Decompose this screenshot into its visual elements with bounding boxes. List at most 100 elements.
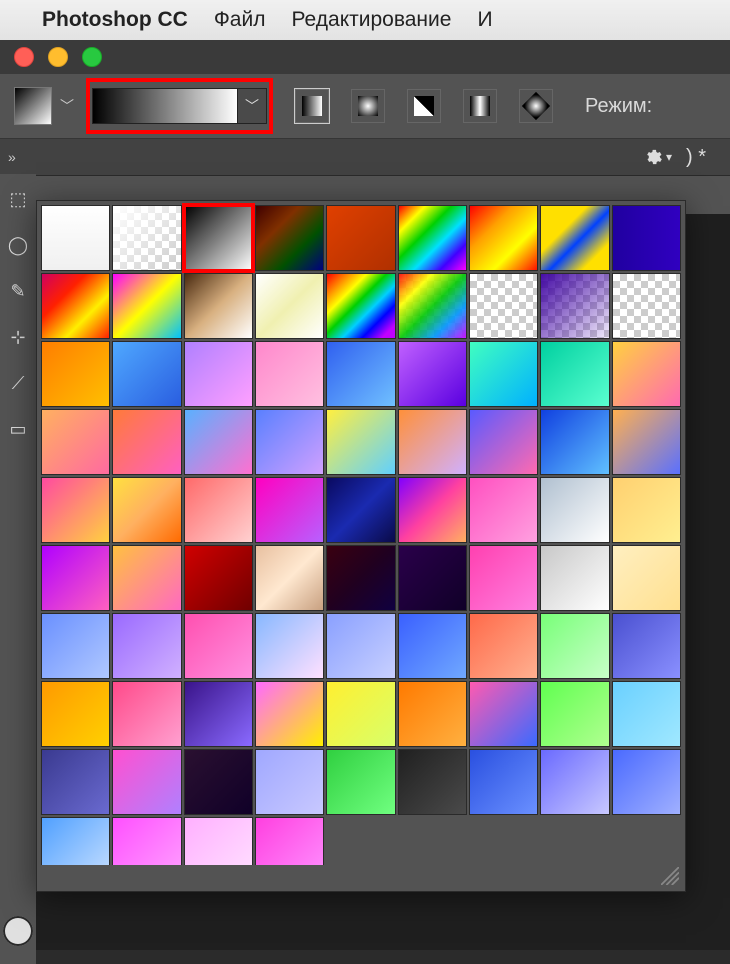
gradient-swatch[interactable] — [398, 477, 467, 543]
gradient-swatch[interactable] — [184, 341, 253, 407]
gradient-swatch[interactable] — [612, 409, 681, 475]
gradient-swatch[interactable] — [540, 273, 609, 339]
gradient-swatch[interactable] — [112, 545, 181, 611]
gradient-swatch[interactable] — [469, 681, 538, 747]
gradient-swatch[interactable] — [612, 749, 681, 815]
gradient-swatch[interactable] — [41, 545, 110, 611]
gradient-swatch[interactable] — [184, 817, 253, 865]
gradient-type-linear-button[interactable] — [295, 89, 329, 123]
tool-icon[interactable]: ✎ — [7, 280, 29, 302]
gradient-swatch[interactable] — [326, 341, 395, 407]
gradient-swatch[interactable] — [41, 613, 110, 679]
zoom-tool-icon[interactable] — [3, 916, 33, 946]
gradient-swatch[interactable] — [255, 205, 324, 271]
gradient-swatch[interactable] — [540, 341, 609, 407]
menu-app-name[interactable]: Photoshop CC — [42, 8, 188, 32]
gradient-swatch[interactable] — [540, 409, 609, 475]
gradient-swatch[interactable] — [255, 545, 324, 611]
gradient-swatch[interactable] — [540, 545, 609, 611]
tool-icon[interactable]: ⊹ — [7, 326, 29, 348]
gradient-swatch[interactable] — [184, 477, 253, 543]
gradient-swatch[interactable] — [112, 205, 181, 271]
gradient-swatch[interactable] — [540, 681, 609, 747]
gradient-swatch[interactable] — [112, 749, 181, 815]
gradient-swatch[interactable] — [41, 817, 110, 865]
gradient-swatch[interactable] — [398, 545, 467, 611]
gradient-swatch[interactable] — [398, 613, 467, 679]
gradient-type-angle-button[interactable] — [407, 89, 441, 123]
gradient-swatch[interactable] — [612, 205, 681, 271]
gradient-swatch[interactable] — [326, 477, 395, 543]
gradient-swatch[interactable] — [184, 409, 253, 475]
gradient-swatch[interactable] — [112, 817, 181, 865]
gradient-swatch[interactable] — [112, 681, 181, 747]
current-gradient-preview[interactable] — [92, 88, 238, 124]
tool-icon[interactable]: ▭ — [7, 418, 29, 440]
gradient-swatch[interactable] — [41, 341, 110, 407]
tool-icon[interactable]: ⬚ — [7, 188, 29, 210]
gradient-swatch[interactable] — [540, 205, 609, 271]
gradient-dropdown-toggle[interactable]: ﹀ — [238, 88, 267, 124]
gradient-swatch[interactable] — [184, 273, 253, 339]
gradient-swatch[interactable] — [612, 613, 681, 679]
gradient-swatch[interactable] — [326, 545, 395, 611]
gradient-swatch[interactable] — [540, 477, 609, 543]
gradient-swatch[interactable] — [255, 613, 324, 679]
gradient-swatch[interactable] — [255, 273, 324, 339]
gradient-swatch[interactable] — [41, 477, 110, 543]
gradient-swatch[interactable] — [255, 681, 324, 747]
tool-icon[interactable]: ◯ — [7, 234, 29, 256]
gradient-swatch[interactable] — [112, 341, 181, 407]
tool-preset-swatch[interactable] — [14, 87, 52, 125]
gradient-swatch[interactable] — [326, 409, 395, 475]
gradient-swatch[interactable] — [184, 749, 253, 815]
gradient-swatch[interactable] — [255, 477, 324, 543]
gradient-swatch[interactable] — [255, 749, 324, 815]
panel-options-gear-icon[interactable]: ▾ — [642, 147, 672, 167]
gradient-type-radial-button[interactable] — [351, 89, 385, 123]
gradient-swatch[interactable] — [398, 341, 467, 407]
document-title-fragment[interactable]: ) * — [686, 146, 706, 169]
window-minimize-button[interactable] — [48, 47, 68, 67]
gradient-swatch[interactable] — [469, 613, 538, 679]
gradient-swatch[interactable] — [612, 681, 681, 747]
gradient-swatch[interactable] — [469, 341, 538, 407]
gradient-swatch[interactable] — [540, 749, 609, 815]
gradient-swatch[interactable] — [612, 341, 681, 407]
gradient-swatch[interactable] — [112, 477, 181, 543]
gradient-swatch[interactable] — [469, 273, 538, 339]
panel-resize-grip-icon[interactable] — [661, 867, 679, 885]
gradient-swatch[interactable] — [184, 545, 253, 611]
gradient-swatch[interactable] — [255, 341, 324, 407]
gradient-swatch[interactable] — [612, 477, 681, 543]
gradient-swatch[interactable] — [112, 409, 181, 475]
gradient-swatch[interactable] — [398, 681, 467, 747]
gradient-swatch[interactable] — [469, 477, 538, 543]
expand-panels-icon[interactable]: » — [8, 149, 16, 165]
gradient-swatch[interactable] — [41, 273, 110, 339]
gradient-swatch[interactable] — [184, 613, 253, 679]
gradient-swatch[interactable] — [255, 409, 324, 475]
gradient-swatch[interactable] — [398, 749, 467, 815]
gradient-swatch[interactable] — [255, 817, 324, 865]
menu-item-image-partial[interactable]: И — [477, 8, 492, 32]
gradient-swatch[interactable] — [326, 205, 395, 271]
gradient-swatch[interactable] — [326, 613, 395, 679]
gradient-swatch[interactable] — [469, 749, 538, 815]
gradient-swatch[interactable] — [540, 613, 609, 679]
gradient-swatch[interactable] — [41, 409, 110, 475]
gradient-swatch[interactable] — [612, 273, 681, 339]
gradient-swatch[interactable] — [612, 545, 681, 611]
gradient-swatch[interactable] — [469, 545, 538, 611]
gradient-swatch[interactable] — [398, 273, 467, 339]
gradient-swatch[interactable] — [469, 205, 538, 271]
menu-item-file[interactable]: Файл — [214, 8, 266, 32]
gradient-swatch[interactable] — [469, 409, 538, 475]
window-close-button[interactable] — [14, 47, 34, 67]
gradient-swatch[interactable] — [326, 749, 395, 815]
gradient-swatch[interactable] — [41, 205, 110, 271]
gradient-type-diamond-button[interactable] — [519, 89, 553, 123]
gradient-swatch[interactable] — [41, 681, 110, 747]
gradient-swatch[interactable] — [398, 409, 467, 475]
gradient-swatch[interactable] — [326, 273, 395, 339]
